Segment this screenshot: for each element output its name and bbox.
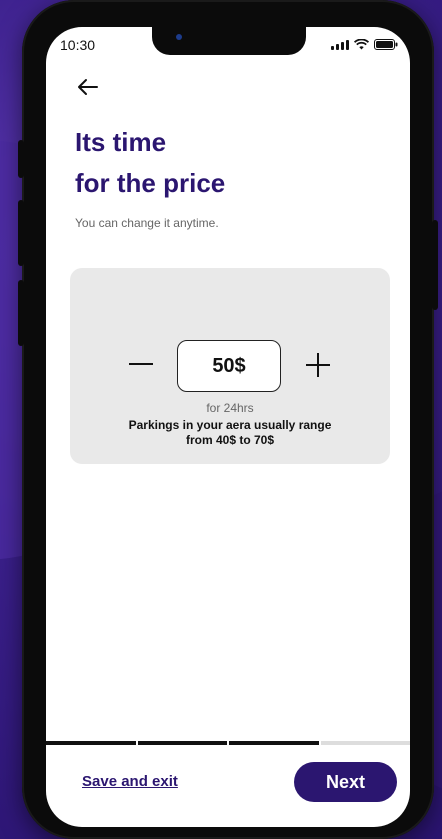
volume-down-button xyxy=(18,280,24,346)
price-range-line2: from 40$ to 70$ xyxy=(185,433,275,447)
signal-icon xyxy=(331,40,349,50)
page-title-line2: for the price xyxy=(75,168,226,198)
decrease-price-button[interactable] xyxy=(128,351,154,377)
page-subtitle: You can change it anytime. xyxy=(75,216,219,230)
price-range-line1: Parkings in your aera usually range xyxy=(128,418,332,432)
phone-screen: 10:30 Its time for the price You can cha… xyxy=(46,27,410,827)
next-button[interactable]: Next xyxy=(294,762,397,802)
camera-icon xyxy=(176,34,182,40)
arrow-left-icon xyxy=(78,79,98,95)
power-button xyxy=(432,220,438,310)
progress-segment xyxy=(137,741,227,745)
side-button xyxy=(18,140,24,178)
price-card: 50$ for 24hrs Parkings in your aera usua… xyxy=(70,268,390,464)
price-input[interactable]: 50$ xyxy=(177,340,281,392)
back-button[interactable] xyxy=(74,73,102,101)
phone-frame: 10:30 Its time for the price You can cha… xyxy=(18,0,438,839)
progress-segment xyxy=(229,741,319,745)
wifi-icon xyxy=(354,39,369,50)
progress-segment xyxy=(320,741,410,745)
increase-price-button[interactable] xyxy=(306,353,330,377)
status-time: 10:30 xyxy=(60,37,96,53)
price-duration: for 24hrs xyxy=(206,401,254,415)
save-and-exit-link[interactable]: Save and exit xyxy=(82,773,178,790)
notch xyxy=(152,27,306,55)
price-range-hint: Parkings in your aera usually range from… xyxy=(70,418,390,448)
page-title-line1: Its time xyxy=(75,127,167,157)
page-title: Its time for the price xyxy=(75,122,225,204)
status-icons xyxy=(331,39,398,50)
progress-bar xyxy=(46,741,410,745)
volume-up-button xyxy=(18,200,24,266)
progress-segment xyxy=(46,741,136,745)
battery-icon xyxy=(374,39,398,50)
